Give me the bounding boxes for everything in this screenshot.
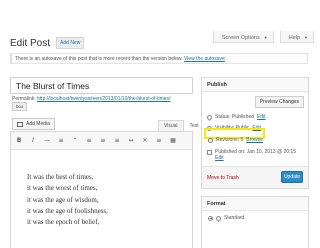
publish-actions: Move to Trash Update — [202, 166, 308, 188]
view-autosave-link[interactable]: View the autosave — [184, 56, 225, 62]
status-edit-link[interactable]: Edit — [257, 114, 266, 120]
clock-icon — [208, 137, 213, 143]
format-option-label: Standard — [224, 215, 245, 221]
editor-toolbar: B I — ≡ “ ≡ ≡ ≡ ↔ ✕ ≡ ▦ — [11, 132, 192, 150]
calendar-icon — [207, 149, 212, 155]
radio-selected-icon[interactable] — [208, 215, 213, 221]
align-right-button[interactable]: ≡ — [113, 137, 121, 144]
align-left-button[interactable]: ≡ — [85, 137, 93, 144]
post-title-input[interactable]: The Blurst of Times — [10, 77, 193, 94]
add-media-button[interactable]: Add Media — [12, 118, 55, 130]
align-center-button[interactable]: ≡ — [99, 137, 107, 144]
bullet-list-button[interactable]: ≡ — [57, 137, 65, 144]
help-label: Help — [288, 34, 301, 41]
revisions-browse-link[interactable]: Browse — [246, 137, 263, 143]
revisions-label: Revisions: 5 — [216, 137, 244, 143]
chevron-down-icon: ▼ — [263, 35, 268, 40]
more-button[interactable]: ≡ — [155, 137, 163, 144]
screen-meta-tabs: Screen Options ▼ Help ▼ — [212, 31, 314, 43]
content-line: it was the age of wisdom, — [27, 195, 99, 204]
content-line: it was the age of foolishness, — [27, 206, 108, 215]
move-to-trash-link[interactable]: Move to Trash — [207, 175, 239, 181]
insert-link-button[interactable]: ↔ — [127, 137, 135, 144]
preview-changes-button[interactable]: Preview Changes — [254, 96, 304, 108]
status-row: Status: Published Edit — [205, 113, 266, 121]
format-box: Format Standard — [201, 196, 309, 248]
post-editor[interactable]: B I — ≡ “ ≡ ≡ ≡ ↔ ✕ ≡ ▦ It was the best … — [10, 131, 193, 248]
update-button[interactable]: Update — [281, 171, 303, 183]
publish-heading: Publish — [202, 78, 308, 92]
media-icon — [17, 121, 23, 127]
screen-options-tab[interactable]: Screen Options ▼ — [212, 31, 274, 43]
strikethrough-button[interactable]: — — [43, 137, 51, 144]
pin-icon — [214, 214, 223, 222]
chevron-down-icon: ▼ — [304, 35, 308, 40]
published-edit-row: Edit — [215, 155, 224, 161]
format-option-standard[interactable]: Standard — [208, 214, 245, 222]
content-line: it was the worst of times, — [27, 184, 98, 193]
pin-icon — [205, 113, 214, 121]
page-title: Edit Post — [10, 37, 51, 49]
add-new-button[interactable]: Add New — [56, 37, 85, 49]
editor-content[interactable]: It was the best of times, it was the wor… — [11, 150, 192, 228]
toolbar-toggle-button[interactable]: ▦ — [169, 137, 177, 144]
format-heading: Format — [202, 197, 308, 211]
add-media-label: Add Media — [26, 121, 50, 127]
publish-box: Publish Preview Changes Status: Publishe… — [201, 77, 309, 189]
unlink-button[interactable]: ✕ — [141, 137, 149, 144]
permalink-url[interactable]: http://localhost/twentysixteen/2013/01/1… — [37, 96, 170, 102]
bold-button[interactable]: B — [15, 137, 23, 144]
content-line: It was the best of times, — [27, 173, 94, 181]
autosave-notice: There is an autosave of this post that i… — [10, 53, 308, 64]
notice-text: There is an autosave of this post that i… — [15, 56, 183, 62]
screen-options-label: Screen Options — [221, 34, 260, 41]
content-line: it was the epoch of belief, — [27, 218, 100, 227]
edit-post-screen: Screen Options ▼ Help ▼ Edit Post Add Ne… — [0, 0, 320, 248]
help-tab[interactable]: Help ▼ — [279, 31, 314, 43]
blockquote-button[interactable]: “ — [71, 137, 79, 144]
published-on-label: Published on: Jan 10, 2013 @ 20:15 — [215, 149, 296, 155]
title-row: Edit Post Add New — [10, 37, 85, 49]
revisions-row: Revisions: 5 Browse — [208, 137, 263, 143]
permalink-edit-button[interactable]: box — [12, 102, 28, 111]
status-label: Status: Published — [215, 114, 254, 120]
published-edit-link[interactable]: Edit — [215, 155, 224, 161]
italic-button[interactable]: I — [29, 137, 37, 144]
permalink: Permalink: http://localhost/twentysixtee… — [12, 96, 170, 102]
